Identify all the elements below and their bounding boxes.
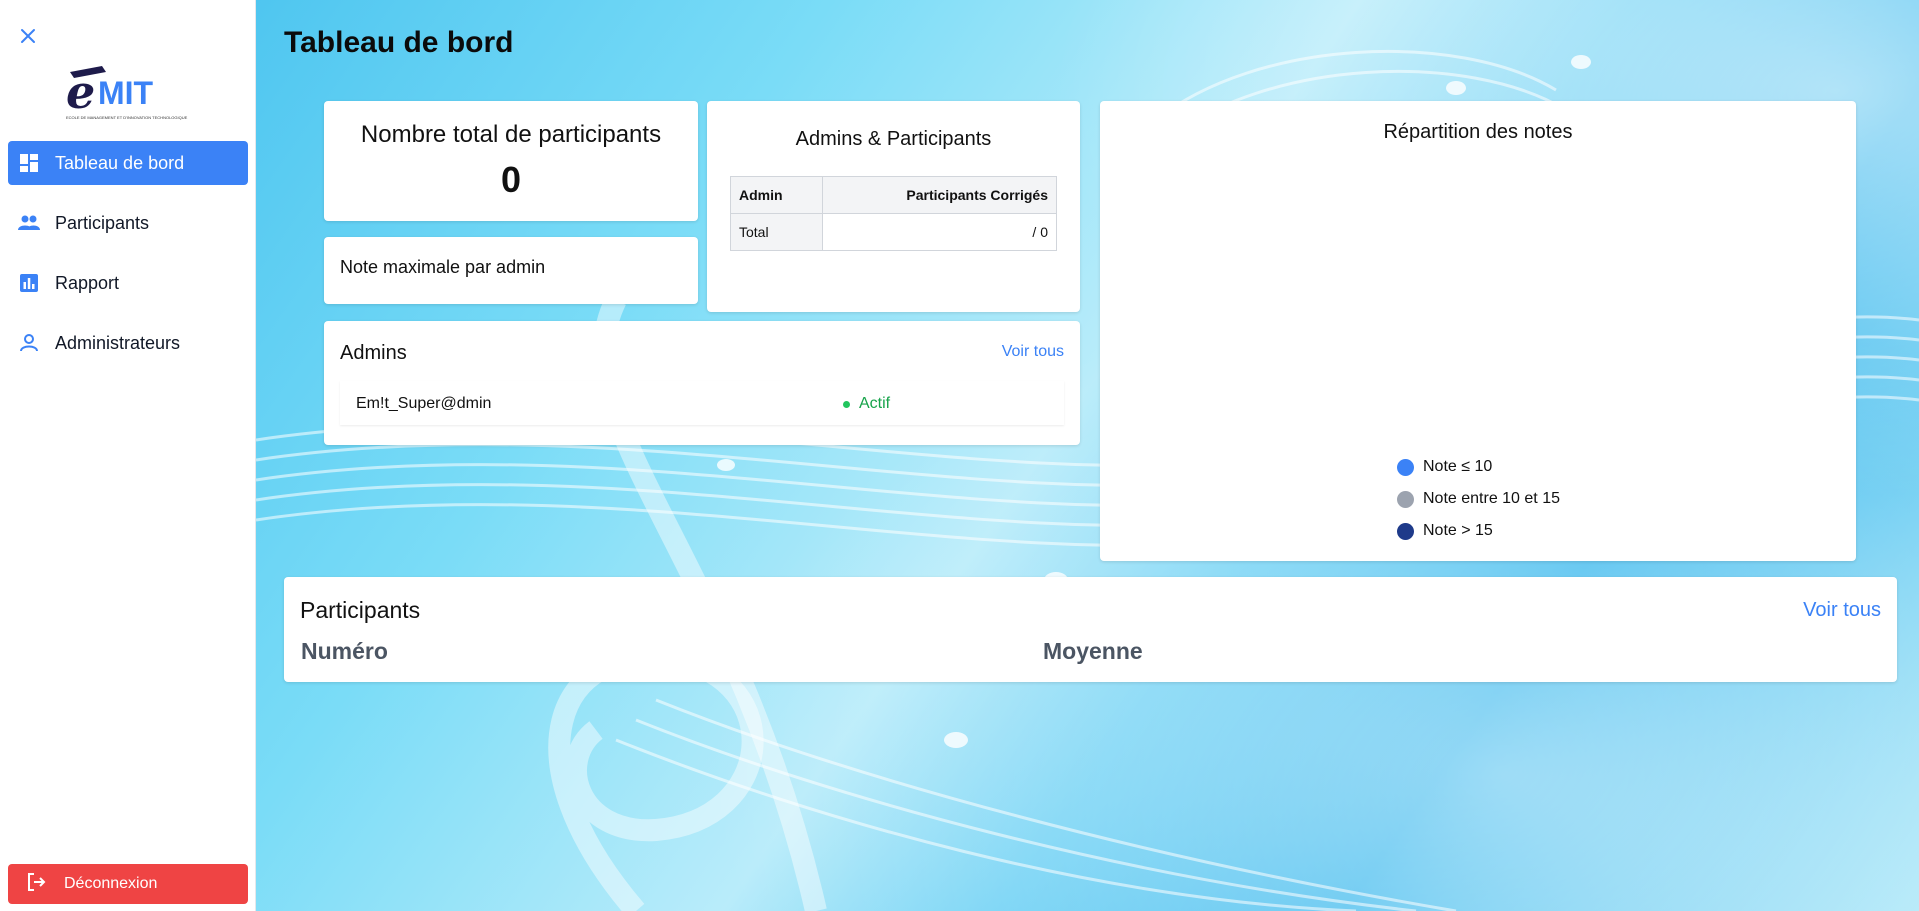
participants-see-all-link[interactable]: Voir tous xyxy=(1803,599,1881,622)
total-participants-label: Nombre total de participants xyxy=(360,121,662,148)
sidebar-item-rapport[interactable]: Rapport xyxy=(8,261,248,305)
sidebar-item-tableau-de-bord[interactable]: Tableau de bord xyxy=(8,141,248,185)
legend-item[interactable]: Note ≤ 10 xyxy=(1397,451,1560,483)
sidebar-item-label: Tableau de bord xyxy=(55,152,185,173)
column-header-moyenne: Moyenne xyxy=(1043,638,1143,664)
table-header-corrected: Participants Corrigés xyxy=(822,176,1057,214)
sidebar-item-label: Participants xyxy=(55,212,150,233)
logout-icon xyxy=(26,872,46,897)
sidebar: e MIT ECOLE DE MANAGEMENT ET D'INNOVATIO… xyxy=(0,0,256,911)
status-badge: Actif xyxy=(843,395,890,413)
total-participants-card: Nombre total de participants 0 xyxy=(324,101,698,221)
status-dot-icon xyxy=(843,400,850,408)
admins-participants-card: Admins & Participants Admin Participants… xyxy=(707,101,1080,312)
legend-label: Note > 15 xyxy=(1423,522,1493,539)
chart-title: Répartition des notes xyxy=(1383,121,1573,143)
admins-see-all-link[interactable]: Voir tous xyxy=(1002,343,1064,361)
max-note-card: Note maximale par admin xyxy=(324,237,698,304)
legend-label: Note ≤ 10 xyxy=(1423,458,1493,475)
admins-card: Admins Voir tous Em!t_Super@dmin Actif xyxy=(324,321,1080,445)
admins-title: Admins xyxy=(340,342,407,364)
close-icon[interactable] xyxy=(17,25,39,47)
svg-text:MIT: MIT xyxy=(98,75,154,111)
sidebar-item-participants[interactable]: Participants xyxy=(8,201,248,245)
table-cell: / 0 xyxy=(822,213,1057,251)
admins-participants-title: Admins & Participants xyxy=(795,128,992,150)
bar-chart-icon xyxy=(18,272,40,294)
users-icon xyxy=(18,212,40,234)
legend-item[interactable]: Note entre 10 et 15 xyxy=(1397,483,1560,515)
legend-label: Note entre 10 et 15 xyxy=(1423,490,1560,507)
status-text: Actif xyxy=(859,395,891,412)
sidebar-nav: Tableau de bord Participants Rapport Adm… xyxy=(8,141,248,381)
legend-swatch xyxy=(1397,458,1414,476)
svg-text:ECOLE DE MANAGEMENT ET D'INNOV: ECOLE DE MANAGEMENT ET D'INNOVATION TECH… xyxy=(66,115,188,120)
participants-card: Participants Voir tous Numéro Moyenne xyxy=(284,577,1897,682)
legend-swatch xyxy=(1397,490,1414,508)
total-participants-value: 0 xyxy=(500,159,522,200)
main-content: Tableau de bord Nombre total de particip… xyxy=(256,0,1919,911)
table-header-row: Admin Participants Corrigés xyxy=(730,176,1057,214)
legend-swatch xyxy=(1397,522,1414,540)
sidebar-item-label: Administrateurs xyxy=(55,332,181,353)
participants-title: Participants xyxy=(300,597,421,623)
logo: e MIT ECOLE DE MANAGEMENT ET D'INNOVATIO… xyxy=(62,64,192,124)
svg-text:e: e xyxy=(66,65,95,119)
user-icon xyxy=(18,332,40,354)
table-row: Total / 0 xyxy=(730,213,1057,251)
dashboard-icon xyxy=(18,152,40,174)
logout-label: Déconnexion xyxy=(64,875,158,892)
legend-item[interactable]: Note > 15 xyxy=(1397,515,1560,547)
chart-legend: Note ≤ 10 Note entre 10 et 15 Note > 15 xyxy=(1397,451,1560,547)
logout-button[interactable]: Déconnexion xyxy=(8,864,248,904)
sidebar-item-administrateurs[interactable]: Administrateurs xyxy=(8,321,248,365)
list-item[interactable]: Em!t_Super@dmin Actif xyxy=(340,381,1064,425)
notes-chart-card: Répartition des notes Note ≤ 10 Note ent… xyxy=(1100,101,1856,561)
admin-name: Em!t_Super@dmin xyxy=(356,395,492,412)
table-cell: Total xyxy=(730,213,823,251)
table-header-admin: Admin xyxy=(730,176,823,214)
sidebar-item-label: Rapport xyxy=(55,272,120,293)
max-note-label: Note maximale par admin xyxy=(340,257,546,277)
column-header-numero: Numéro xyxy=(301,638,388,664)
admins-participants-table: Admin Participants Corrigés Total / 0 xyxy=(730,176,1057,251)
page-title: Tableau de bord xyxy=(284,26,514,59)
